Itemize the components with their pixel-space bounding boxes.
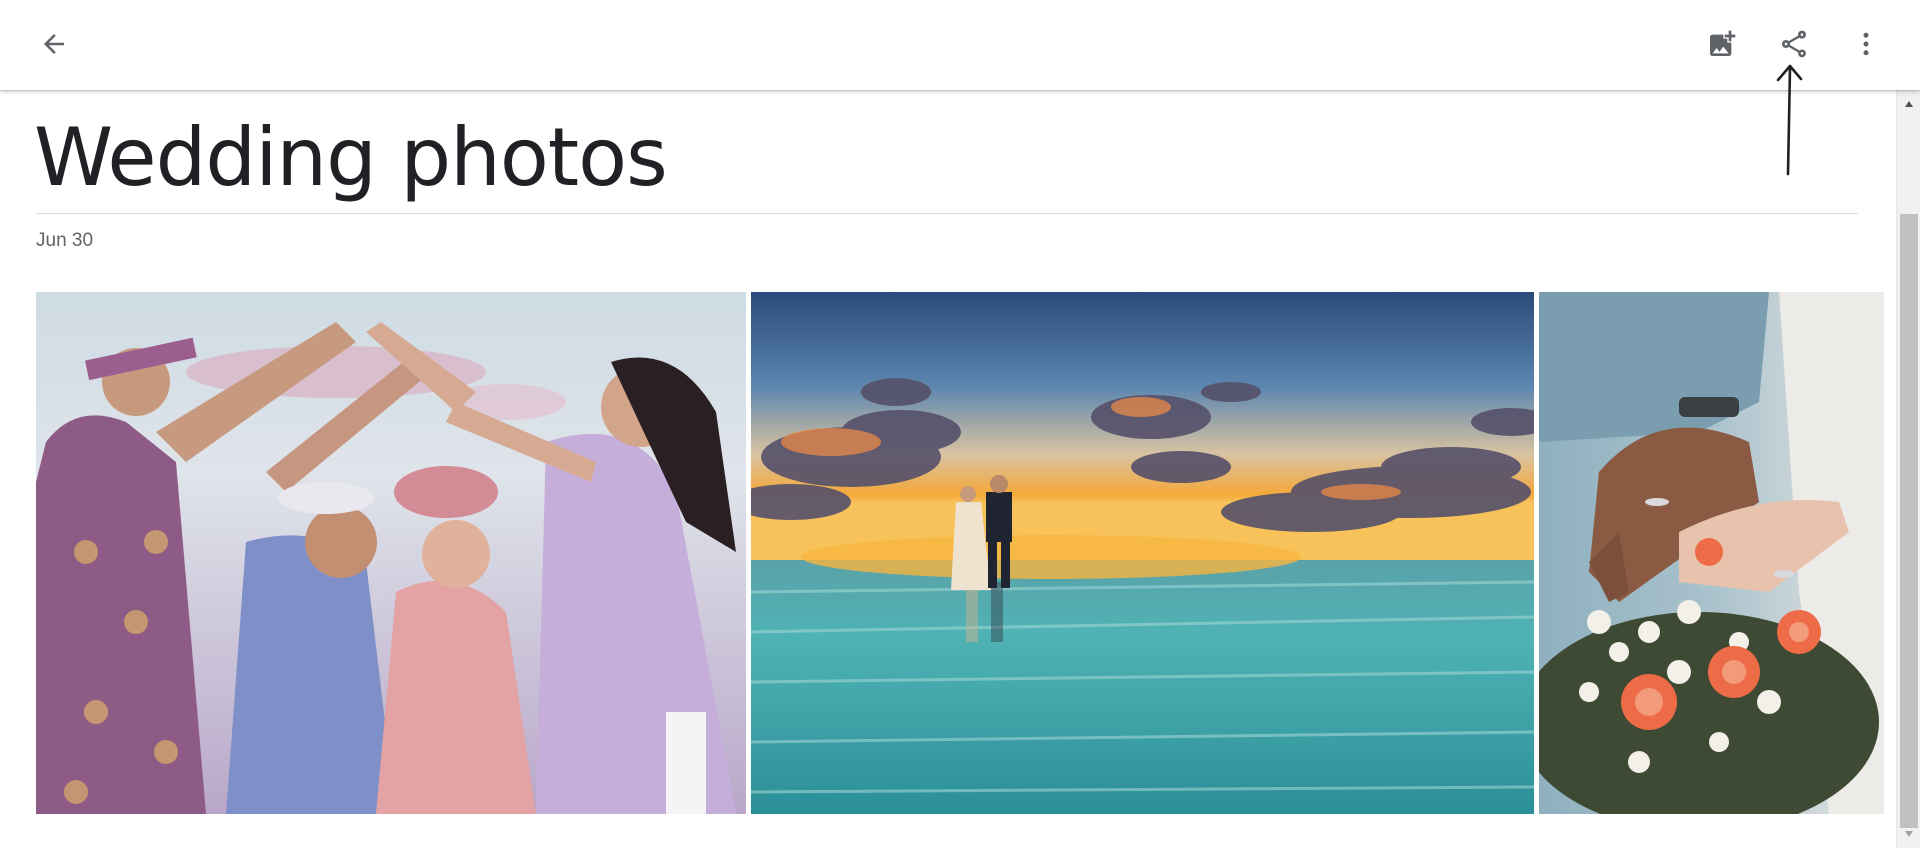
scroll-down-arrow-icon xyxy=(1905,831,1913,837)
arrow-back-icon xyxy=(44,34,64,54)
album-content: Wedding photos Jun 30 xyxy=(0,90,1894,848)
add-photos-button[interactable] xyxy=(1698,20,1746,68)
app-bar xyxy=(0,0,1920,90)
wedding-procession-photo[interactable] xyxy=(36,292,746,814)
scroll-down-button[interactable] xyxy=(1897,824,1920,844)
back-button[interactable] xyxy=(30,20,78,68)
vertical-scrollbar[interactable] xyxy=(1896,90,1920,848)
album-date: Jun 30 xyxy=(36,230,94,251)
photo-grid xyxy=(36,292,1884,814)
share-icon xyxy=(1782,30,1806,58)
scroll-up-arrow-icon xyxy=(1905,101,1913,107)
title-divider xyxy=(36,213,1858,214)
album-title: Wedding photos xyxy=(34,111,668,204)
beach-sunset-couple-photo[interactable] xyxy=(751,292,1534,814)
scrollbar-thumb[interactable] xyxy=(1900,214,1918,828)
add-photo-icon xyxy=(1710,30,1736,56)
annotation-arrow-icon xyxy=(1776,64,1803,176)
scroll-up-button[interactable] xyxy=(1897,94,1920,114)
hands-with-rings-bouquet-photo[interactable] xyxy=(1539,292,1884,814)
more-vert-icon xyxy=(1863,32,1869,56)
more-options-button[interactable] xyxy=(1842,20,1890,68)
